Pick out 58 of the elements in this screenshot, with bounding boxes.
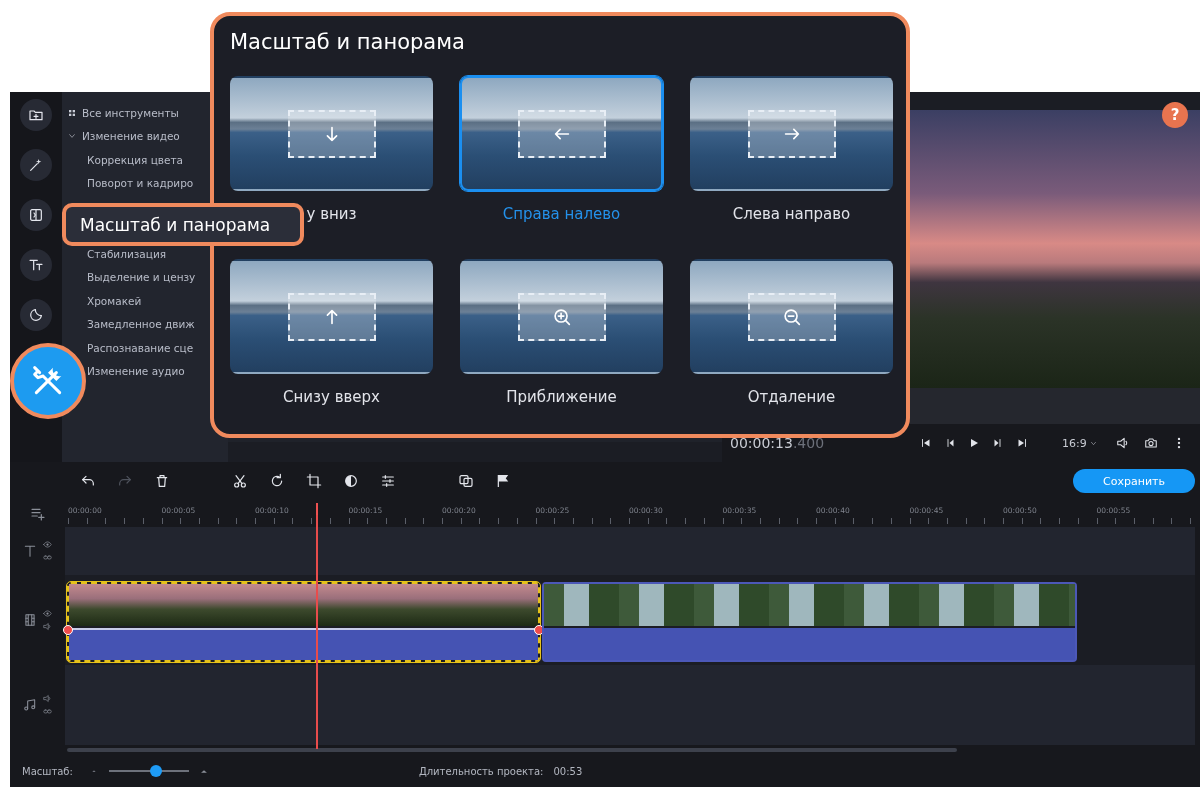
crop-icon[interactable] — [306, 473, 322, 489]
horizontal-scrollbar[interactable] — [67, 748, 957, 752]
scissors-icon[interactable] — [232, 473, 248, 489]
transition-icon — [28, 207, 44, 223]
tool-list-item[interactable]: Изменение видео — [68, 124, 228, 148]
effect-label: Справа налево — [502, 204, 621, 225]
rail-button[interactable] — [20, 199, 52, 231]
trash-icon[interactable] — [154, 473, 170, 489]
zoom-label: Масштаб: — [22, 765, 73, 777]
magic-wand-icon — [28, 157, 44, 173]
grid-icon — [68, 108, 76, 117]
play-icon[interactable] — [968, 437, 980, 449]
sliders-icon[interactable] — [380, 473, 396, 489]
next-frame-icon[interactable] — [992, 437, 1004, 449]
speaker-icon[interactable] — [1115, 436, 1130, 450]
duration-label: Длительность проекта: — [418, 765, 544, 777]
timecode: 00:00:13.400 — [730, 435, 826, 451]
previous-frame-icon[interactable] — [944, 437, 956, 449]
effect-label: Снизу вверх — [283, 387, 380, 408]
letter-t-icon — [23, 544, 37, 558]
rail-button[interactable] — [20, 299, 52, 331]
folder-plus-icon — [28, 107, 44, 123]
contrast-icon[interactable] — [343, 473, 359, 489]
effect-label: Отдаление — [747, 387, 836, 408]
tool-list-item[interactable]: Все инструменты — [68, 101, 228, 125]
effect-thumbnail[interactable] — [690, 259, 893, 374]
effect-thumbnail[interactable] — [690, 76, 893, 191]
overlay-icon[interactable] — [458, 473, 474, 489]
caret-icon — [1089, 439, 1097, 447]
text-icon — [28, 257, 44, 273]
aspect-ratio-dropdown[interactable]: 16:9 — [1062, 436, 1097, 450]
duration-value: 00:53 — [553, 765, 583, 777]
effect-thumbnail[interactable] — [460, 76, 663, 191]
effect-thumbnail[interactable] — [230, 259, 433, 374]
effect-thumbnail[interactable] — [460, 259, 663, 374]
video-clip[interactable] — [542, 582, 1077, 662]
link-icon[interactable] — [43, 707, 52, 716]
camera-icon[interactable] — [1143, 436, 1158, 450]
rail-button[interactable] — [20, 99, 52, 131]
music-note-icon — [23, 698, 37, 712]
popup-title: Масштаб и панорама — [230, 29, 466, 56]
rotate-icon[interactable] — [269, 473, 285, 489]
film-icon — [23, 613, 37, 627]
link-icon[interactable] — [43, 553, 52, 562]
eye-icon[interactable] — [43, 609, 52, 618]
keyframe-dot[interactable] — [63, 625, 73, 635]
flag-icon[interactable] — [495, 473, 511, 489]
eye-icon[interactable] — [43, 540, 52, 549]
effect-label: Приближение — [506, 387, 617, 408]
rail-button[interactable] — [20, 249, 52, 281]
effect-thumbnail[interactable] — [230, 76, 433, 191]
undo-icon[interactable] — [80, 473, 96, 489]
sticker-icon — [28, 307, 44, 323]
skip-start-icon[interactable] — [920, 437, 932, 449]
effect-label: Слева направо — [732, 204, 851, 225]
callout-label: Масштаб и панорама — [62, 203, 304, 246]
skip-end-icon[interactable] — [1016, 437, 1028, 449]
effect-label: у вниз — [306, 204, 357, 225]
